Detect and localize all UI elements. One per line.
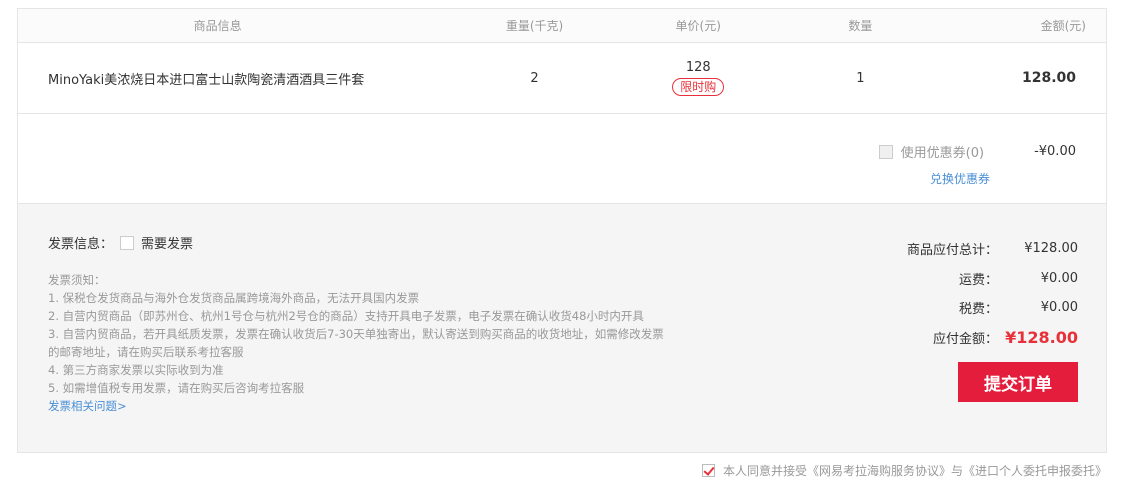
invoice-title: 发票信息：	[48, 237, 114, 252]
tax-label: 税费：	[958, 302, 998, 318]
invoice-note: 3. 自营内贸商品，若开具纸质发票，发票在确认收货后7-30天单独寄出，默认寄送…	[48, 327, 664, 341]
header-unit-price: 单价(元)	[675, 19, 721, 33]
header-quantity: 数量	[848, 19, 873, 33]
coupon-checkbox[interactable]	[878, 144, 893, 159]
coupon-section: 使用优惠券(0) -¥0.00 兑换优惠券	[18, 114, 1106, 203]
invoice-note: 1. 保税仓发货商品与海外仓发货商品属跨境海外商品，无法开具国内发票	[48, 291, 420, 305]
invoice-notes: 发票须知： 1. 保税仓发货商品与海外仓发货商品属跨境海外商品，无法开具国内发票…	[48, 271, 708, 415]
product-name[interactable]: MinoYaki美浓烧日本进口富士山款陶瓷清酒酒具三件套	[18, 69, 447, 88]
order-totals: 商品应付总计： ¥128.00 运费： ¥0.00 税费： ¥0.00 应付金额…	[818, 234, 1078, 352]
limited-time-badge: 限时购	[672, 78, 725, 96]
shipping-value: ¥0.00	[1040, 270, 1078, 286]
product-quantity: 1	[856, 70, 865, 86]
summary-panel: 发票信息： 需要发票 发票须知： 1. 保税仓发货商品与海外仓发货商品属跨境海外…	[17, 204, 1107, 453]
agreement-text[interactable]: 本人同意并接受《网易考拉海购服务协议》与《进口个人委托申报委托》	[723, 462, 1107, 479]
order-confirm: 商品信息 重量(千克) 单价(元) 数量 金额(元) MinoYaki美浓烧日本…	[17, 8, 1107, 453]
agreement: 本人同意并接受《网易考拉海购服务协议》与《进口个人委托申报委托》	[701, 462, 1107, 479]
header-product-info: 商品信息	[193, 19, 242, 33]
goods-total-value: ¥128.00	[1024, 241, 1078, 257]
shipping-label: 运费：	[958, 272, 998, 288]
agreement-checkbox[interactable]	[701, 464, 715, 477]
invoice-help-link[interactable]: 发票相关问题>	[48, 399, 127, 413]
header-weight: 重量(千克)	[505, 19, 564, 33]
redeem-coupon-link[interactable]: 兑换优惠券	[930, 170, 990, 187]
invoice-option: 发票信息： 需要发票	[48, 233, 193, 252]
invoice-note: 5. 如需增值税专用发票，请在购买后咨询考拉客服	[48, 381, 305, 395]
invoice-notes-title: 发票须知：	[48, 273, 106, 287]
product-weight: 2	[530, 70, 539, 86]
invoice-checkbox[interactable]	[120, 235, 135, 250]
invoice-need-label[interactable]: 需要发票	[141, 233, 193, 252]
product-amount: 128.00	[1021, 70, 1076, 86]
invoice-note: 4. 第三方商家发票以实际收到为准	[48, 363, 224, 377]
goods-total-label: 商品应付总计：	[906, 243, 998, 259]
submit-order-button[interactable]: 提交订单	[958, 362, 1078, 402]
amount-due-value: ¥128.00	[1005, 327, 1078, 347]
header-amount: 金额(元)	[1040, 19, 1086, 33]
product-price-cell: 128 限时购	[622, 60, 775, 96]
invoice-note: 的邮寄地址，请在购买后联系考拉客服	[48, 345, 244, 359]
invoice-note: 2. 自营内贸商品（即苏州仓、杭州1号仓与杭州2号仓的商品）支持开具电子发票，电…	[48, 309, 644, 323]
table-header: 商品信息 重量(千克) 单价(元) 数量 金额(元)	[18, 9, 1106, 43]
coupon-label: 使用优惠券(0)	[900, 146, 985, 161]
coupon-discount: -¥0.00	[1034, 144, 1076, 159]
product-unit-price: 128	[685, 60, 711, 75]
amount-due-label: 应付金额：	[932, 331, 998, 347]
product-table: 商品信息 重量(千克) 单价(元) 数量 金额(元) MinoYaki美浓烧日本…	[17, 8, 1107, 204]
tax-value: ¥0.00	[1040, 300, 1078, 316]
table-row: MinoYaki美浓烧日本进口富士山款陶瓷清酒酒具三件套 2 128 限时购 1…	[18, 43, 1106, 114]
